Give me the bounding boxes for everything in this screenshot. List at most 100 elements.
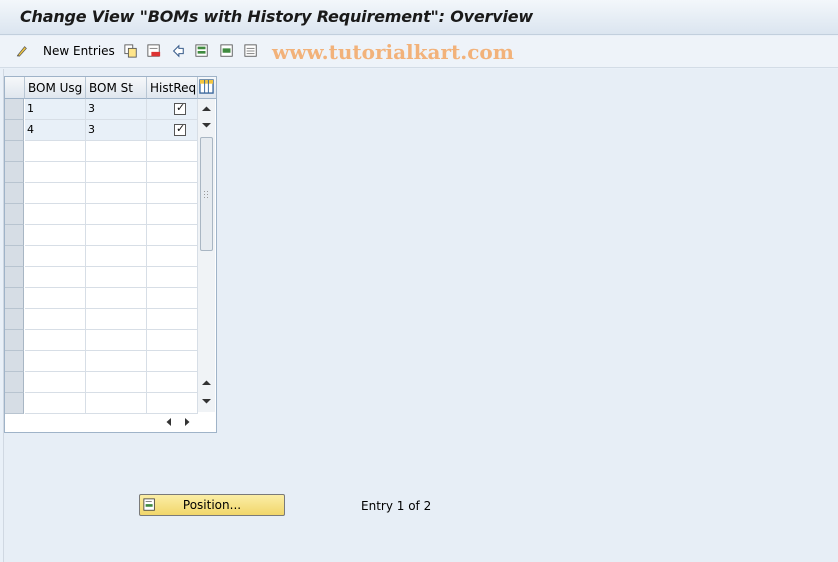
watermark: www.tutorialkart.com <box>272 40 514 64</box>
deselect-all-button[interactable] <box>244 42 258 60</box>
cell-bom-st[interactable] <box>86 141 147 162</box>
cell-bom-usg[interactable] <box>25 141 86 162</box>
cell-bom-st[interactable] <box>86 267 147 288</box>
select-block-icon <box>220 44 233 57</box>
cell-bom-st[interactable] <box>86 162 147 183</box>
scrollbar-thumb[interactable] <box>200 137 213 251</box>
table-control: BOM Usg BOM St HistReq 1343 <box>4 76 217 433</box>
pencil-glasses-icon <box>16 46 27 57</box>
cell-bom-st[interactable] <box>86 288 147 309</box>
cell-bom-usg[interactable] <box>25 351 86 372</box>
row-selector[interactable] <box>5 393 24 414</box>
histreq-checkbox[interactable] <box>174 122 186 136</box>
cell-histreq <box>147 330 198 351</box>
arrow-up-icon <box>202 380 211 385</box>
cell-bom-usg[interactable] <box>25 330 86 351</box>
cell-histreq <box>147 246 198 267</box>
scroll-up-bottom-button[interactable] <box>198 376 215 390</box>
column-header-bom-usg[interactable]: BOM Usg <box>25 77 86 99</box>
cell-histreq <box>147 120 198 141</box>
cell-bom-usg[interactable] <box>25 225 86 246</box>
row-selector[interactable] <box>5 309 24 330</box>
row-selector[interactable] <box>5 99 24 120</box>
row-selector[interactable] <box>5 288 24 309</box>
cell-bom-st[interactable] <box>86 372 147 393</box>
deselect-all-icon <box>244 44 257 57</box>
delete-button[interactable] <box>147 42 161 60</box>
row-selector[interactable] <box>5 267 24 288</box>
cell-bom-usg[interactable] <box>25 246 86 267</box>
column-header-histreq[interactable]: HistReq <box>147 77 198 99</box>
cell-histreq <box>147 267 198 288</box>
scroll-up-button[interactable] <box>198 102 215 116</box>
cell-histreq <box>147 99 198 120</box>
cell-histreq <box>147 288 198 309</box>
cell-bom-usg[interactable] <box>25 393 86 414</box>
cell-bom-st[interactable] <box>86 330 147 351</box>
entry-counter: Entry 1 of 2 <box>361 499 432 513</box>
histreq-checkbox[interactable] <box>174 101 186 115</box>
row-selector[interactable] <box>5 372 24 393</box>
select-all-icon <box>195 44 208 57</box>
cell-bom-st[interactable]: 3 <box>86 120 147 141</box>
cell-histreq <box>147 204 198 225</box>
row-selector[interactable] <box>5 183 24 204</box>
scroll-right-button[interactable] <box>180 415 194 429</box>
hscroll-track <box>146 415 158 429</box>
cell-bom-usg[interactable] <box>25 288 86 309</box>
cell-histreq <box>147 141 198 162</box>
cell-bom-usg[interactable] <box>25 183 86 204</box>
cell-bom-usg[interactable] <box>25 267 86 288</box>
grip-icon <box>204 191 208 198</box>
arrow-left-icon <box>166 418 171 426</box>
cell-bom-usg[interactable] <box>25 372 86 393</box>
cell-histreq <box>147 162 198 183</box>
vertical-scrollbar[interactable] <box>198 99 215 412</box>
cell-bom-usg[interactable]: 1 <box>25 99 86 120</box>
horizontal-scrollbar[interactable] <box>146 413 198 431</box>
cell-bom-st[interactable]: 3 <box>86 99 147 120</box>
row-selector[interactable] <box>5 120 24 141</box>
row-selector[interactable] <box>5 204 24 225</box>
cell-histreq <box>147 393 198 414</box>
row-selector[interactable] <box>5 141 24 162</box>
select-all-column-header[interactable] <box>5 77 25 99</box>
cell-bom-usg[interactable] <box>25 162 86 183</box>
toggle-display-change-button[interactable]: New Entries <box>15 42 115 60</box>
position-button-label: Position... <box>182 498 242 512</box>
cell-bom-usg[interactable]: 4 <box>25 120 86 141</box>
row-selector[interactable] <box>5 330 24 351</box>
cell-bom-st[interactable] <box>86 393 147 414</box>
cell-bom-st[interactable] <box>86 183 147 204</box>
row-selector[interactable] <box>5 225 24 246</box>
cell-bom-st[interactable] <box>86 246 147 267</box>
row-selector[interactable] <box>5 162 24 183</box>
scroll-page-down-button[interactable] <box>198 118 215 132</box>
cell-histreq <box>147 372 198 393</box>
copy-button[interactable] <box>124 42 138 60</box>
cell-bom-usg[interactable] <box>25 204 86 225</box>
scroll-left-button[interactable] <box>162 415 176 429</box>
select-block-button[interactable] <box>220 42 234 60</box>
row-selector[interactable] <box>5 351 24 372</box>
cell-bom-st[interactable] <box>86 204 147 225</box>
scroll-down-button[interactable] <box>198 394 215 408</box>
row-selector[interactable] <box>5 246 24 267</box>
title-bar: Change View "BOMs with History Requireme… <box>0 0 838 35</box>
page-title: Change View "BOMs with History Requireme… <box>20 7 533 26</box>
undo-icon <box>172 44 184 58</box>
cell-bom-st[interactable] <box>86 225 147 246</box>
copy-icon <box>124 44 137 58</box>
undo-button[interactable] <box>171 42 185 60</box>
arrow-down-icon <box>202 123 211 128</box>
position-button[interactable]: Position... <box>139 494 285 516</box>
cell-bom-st[interactable] <box>86 351 147 372</box>
table-settings-button[interactable] <box>198 77 216 99</box>
position-icon <box>143 498 155 511</box>
new-entries-button-label[interactable]: New Entries <box>43 44 115 58</box>
cell-bom-st[interactable] <box>86 309 147 330</box>
select-all-button[interactable] <box>195 42 209 60</box>
cell-histreq <box>147 351 198 372</box>
column-header-bom-st[interactable]: BOM St <box>86 77 147 99</box>
cell-bom-usg[interactable] <box>25 309 86 330</box>
